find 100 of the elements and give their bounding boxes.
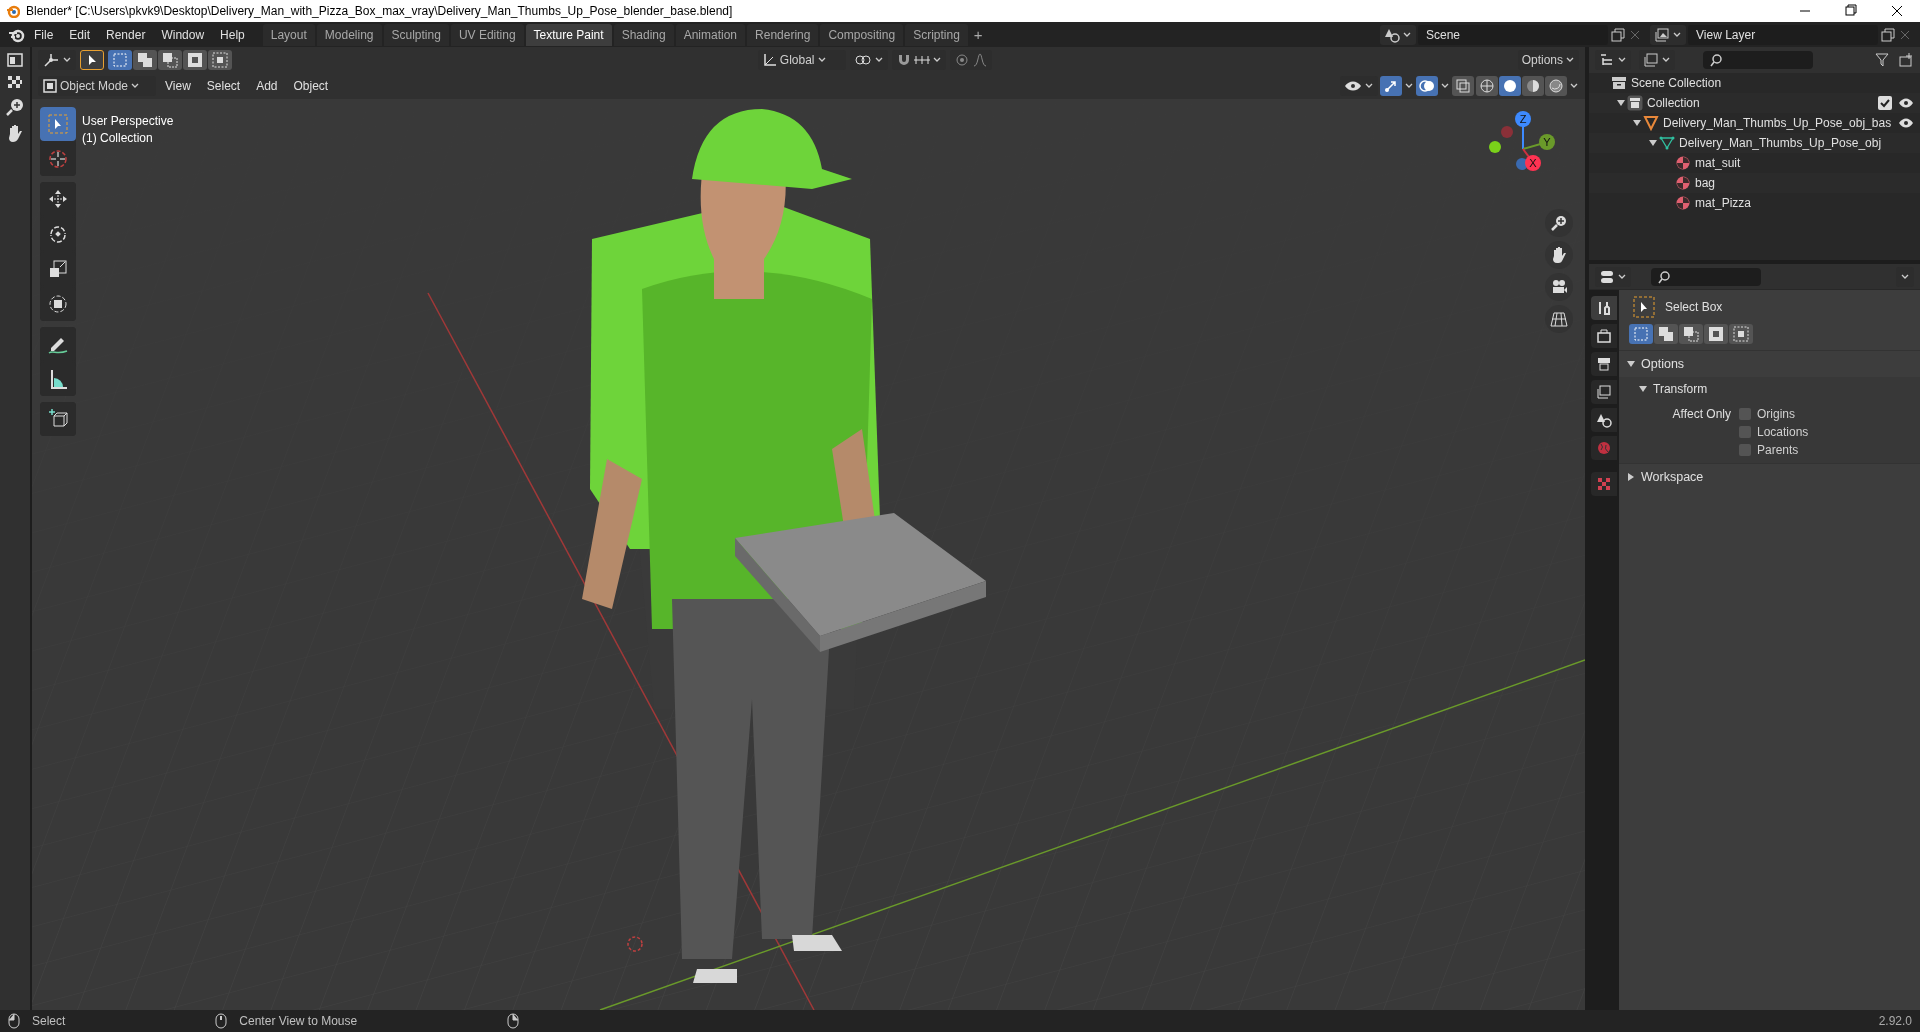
menu-item[interactable]: File bbox=[26, 24, 62, 45]
world-icon bbox=[1596, 440, 1612, 456]
transform-icon bbox=[46, 292, 70, 316]
eye-icon[interactable] bbox=[1898, 97, 1914, 109]
selection-mode-button[interactable] bbox=[1704, 324, 1728, 344]
properties-tab[interactable] bbox=[1591, 352, 1617, 376]
checkbox-label: Locations bbox=[1757, 425, 1809, 439]
menu-item[interactable]: Window bbox=[153, 24, 213, 45]
selection-mode-icon bbox=[1657, 325, 1675, 343]
tool-icon bbox=[1596, 300, 1612, 316]
select-tool-button[interactable] bbox=[80, 50, 104, 70]
menu-item[interactable]: Add bbox=[249, 76, 285, 96]
checkbox-label: Parents bbox=[1757, 443, 1799, 457]
selection-mode-button[interactable] bbox=[133, 50, 157, 70]
selection-mode-button[interactable] bbox=[1654, 324, 1678, 344]
new-collection-icon[interactable] bbox=[1898, 52, 1914, 68]
selection-mode-icon bbox=[1632, 325, 1650, 343]
workspace-tab[interactable]: Modeling bbox=[316, 23, 382, 46]
scene-dropdown[interactable] bbox=[1380, 24, 1416, 45]
image-stack-dropdown[interactable] bbox=[1650, 24, 1686, 45]
menu-item[interactable]: Help bbox=[212, 24, 253, 45]
selection-mode-icon bbox=[186, 51, 204, 69]
zoom-icon[interactable] bbox=[5, 97, 25, 117]
scene-field[interactable]: Scene bbox=[1418, 24, 1608, 45]
scene-icon bbox=[1611, 75, 1627, 91]
view-layer-field[interactable]: View Layer bbox=[1688, 24, 1878, 45]
axis-gizmo-drawing: Z Y X bbox=[1487, 109, 1567, 209]
overlay-toggle[interactable] bbox=[1416, 76, 1438, 96]
expanded-triangle-icon[interactable] bbox=[1617, 99, 1625, 107]
image-stack-icon bbox=[1643, 52, 1659, 68]
shading-icon bbox=[1548, 78, 1564, 94]
menu-item[interactable]: Object bbox=[286, 76, 336, 96]
material-icon bbox=[1675, 175, 1691, 191]
properties-tab[interactable] bbox=[1591, 296, 1617, 320]
search-field[interactable] bbox=[1703, 51, 1813, 69]
duplicate-icon[interactable] bbox=[1880, 26, 1896, 43]
properties-tab[interactable] bbox=[1591, 324, 1617, 348]
workspace-tab[interactable]: Sculpting bbox=[383, 23, 449, 46]
eye-icon[interactable] bbox=[1898, 117, 1914, 129]
selection-mode-button[interactable] bbox=[183, 50, 207, 70]
selection-mode-button[interactable] bbox=[1629, 324, 1653, 344]
selection-mode-button[interactable] bbox=[1679, 324, 1703, 344]
mode-dropdown[interactable]: Object Mode bbox=[38, 76, 156, 96]
shading-button[interactable] bbox=[1499, 76, 1521, 96]
selection-mode-button[interactable] bbox=[108, 50, 132, 70]
selection-mode-button[interactable] bbox=[208, 50, 232, 70]
search-field[interactable] bbox=[1651, 267, 1761, 286]
checkbox-label: Origins bbox=[1757, 407, 1795, 421]
overlay-icon bbox=[1419, 78, 1435, 94]
menu-item[interactable]: Render bbox=[98, 24, 154, 45]
subpanel-header[interactable]: Transform bbox=[1619, 377, 1920, 401]
selection-mode-button[interactable] bbox=[1729, 324, 1753, 344]
select-tool-icon bbox=[1633, 296, 1655, 318]
proportional-icon bbox=[953, 52, 970, 68]
shading-button[interactable] bbox=[1476, 76, 1498, 96]
add-workspace-button[interactable]: + bbox=[967, 24, 989, 45]
app-logo-icon bbox=[6, 4, 20, 18]
collection-icon bbox=[1627, 95, 1643, 111]
workspace-tab[interactable]: Layout bbox=[262, 23, 315, 46]
workspace-tab[interactable]: Texture Paint bbox=[525, 23, 612, 46]
filter-icon[interactable] bbox=[1874, 52, 1890, 68]
menu-item[interactable]: Edit bbox=[61, 24, 99, 45]
checkbox-icon[interactable] bbox=[1878, 96, 1892, 110]
collection-label: (1) Collection bbox=[82, 131, 153, 145]
workspace-tab[interactable]: Compositing bbox=[820, 23, 904, 46]
duplicate-icon[interactable] bbox=[1610, 26, 1626, 43]
orientation-dropdown[interactable]: Global bbox=[757, 50, 846, 70]
xray-toggle[interactable] bbox=[1452, 76, 1474, 96]
tool-button[interactable] bbox=[40, 402, 76, 436]
axes-icon bbox=[42, 52, 60, 68]
workspace-tab[interactable]: Rendering bbox=[747, 23, 819, 46]
workspace-tab[interactable]: Animation bbox=[675, 23, 746, 46]
image-stack-icon bbox=[1654, 26, 1670, 43]
pivot-icon bbox=[853, 52, 872, 68]
options-dropdown[interactable]: Options bbox=[1517, 50, 1579, 70]
menu-item[interactable]: Select bbox=[199, 76, 248, 96]
grid-icon bbox=[1550, 310, 1568, 328]
expanded-triangle-icon[interactable] bbox=[1649, 139, 1657, 147]
tool-name: Select Box bbox=[1665, 300, 1723, 314]
checker-icon[interactable] bbox=[7, 75, 23, 91]
properties-icon bbox=[1599, 268, 1615, 285]
menu-item[interactable]: View bbox=[158, 76, 198, 96]
expanded-triangle-icon[interactable] bbox=[1633, 119, 1641, 127]
workspace-tab[interactable]: UV Editing bbox=[450, 23, 524, 46]
select-icon bbox=[46, 112, 70, 136]
checkbox[interactable] bbox=[1739, 426, 1751, 438]
workspace-tab[interactable]: Shading bbox=[613, 23, 674, 46]
gizmo-toggle[interactable] bbox=[1380, 76, 1402, 96]
editor-type-icon[interactable] bbox=[6, 51, 24, 69]
workspace-tab[interactable]: Scripting bbox=[905, 23, 968, 46]
selection-mode-icon bbox=[161, 51, 179, 69]
outliner-icon bbox=[1599, 52, 1615, 68]
shading-button[interactable] bbox=[1522, 76, 1544, 96]
checkbox[interactable] bbox=[1739, 444, 1751, 456]
checkbox[interactable] bbox=[1739, 408, 1751, 420]
grid-snap-icon bbox=[913, 56, 930, 64]
properties-tab[interactable] bbox=[1591, 408, 1617, 432]
shading-button[interactable] bbox=[1545, 76, 1567, 96]
selection-mode-button[interactable] bbox=[158, 50, 182, 70]
view-name-label: User Perspective bbox=[82, 114, 174, 128]
